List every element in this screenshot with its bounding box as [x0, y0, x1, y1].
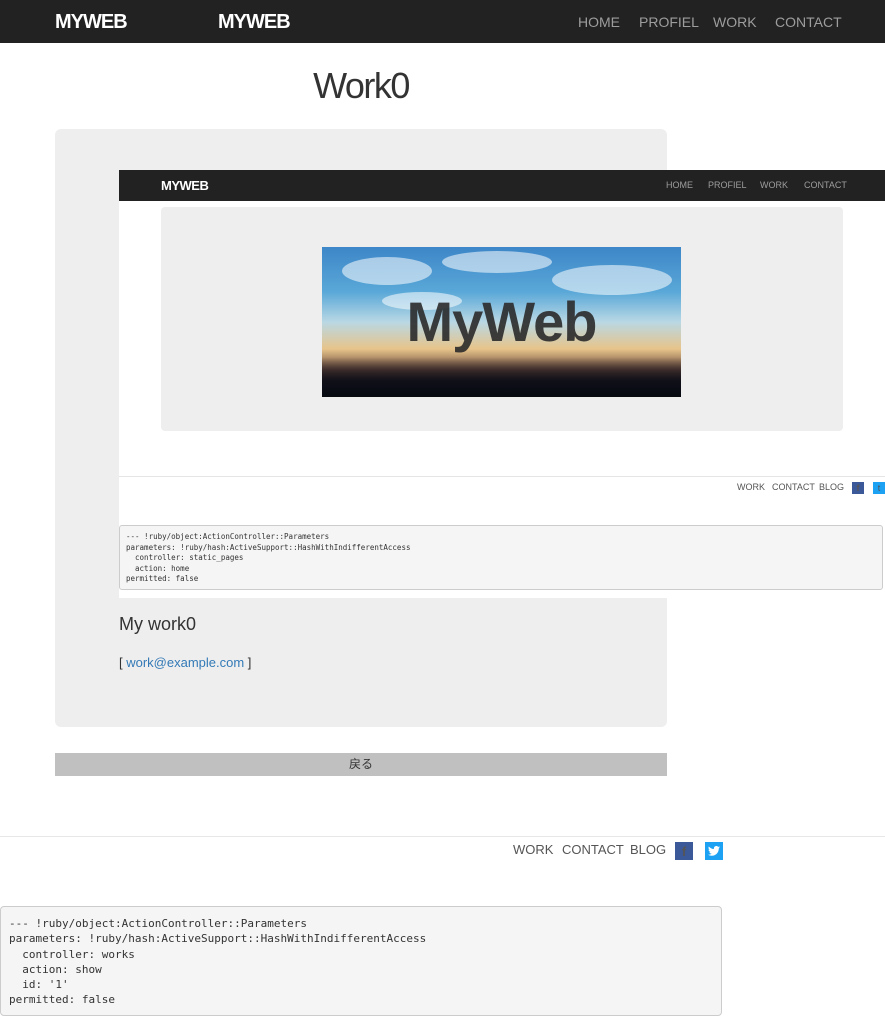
screenshot-nav-work: WORK: [760, 180, 788, 190]
hero-image: MyWeb: [322, 247, 681, 397]
screenshot-facebook-icon: f: [852, 482, 864, 494]
work-screenshot: MYWEB HOME PROFIEL WORK CONTACT MyWeb WO…: [119, 170, 885, 598]
nav-work[interactable]: WORK: [713, 14, 757, 30]
hero-text: MyWeb: [406, 290, 598, 353]
work-email-line: [ work@example.com ]: [119, 655, 252, 670]
footer-divider: [0, 836, 885, 837]
back-button[interactable]: 戻る: [55, 753, 667, 776]
screenshot-navbar: MYWEB HOME PROFIEL WORK CONTACT: [119, 170, 885, 201]
debug-params: --- !ruby/object:ActionController::Param…: [0, 906, 722, 1016]
nav-profiel[interactable]: PROFIEL: [639, 14, 699, 30]
nav-home[interactable]: HOME: [578, 14, 620, 30]
screenshot-footer-blog: BLOG: [819, 482, 845, 492]
screenshot-footer-work: WORK: [737, 482, 765, 492]
nav-contact[interactable]: CONTACT: [775, 14, 842, 30]
page-title: Work0: [313, 65, 410, 106]
screenshot-divider: [119, 476, 885, 477]
facebook-icon[interactable]: f: [675, 842, 693, 860]
site-logo-secondary[interactable]: MYWEB: [218, 11, 291, 34]
work-title: My work0: [119, 614, 197, 634]
screenshot-twitter-icon: t: [873, 482, 885, 494]
work-email-link[interactable]: work@example.com: [126, 655, 244, 670]
top-navbar: MYWEB MYWEB HOME PROFIEL WORK CONTACT: [0, 0, 885, 43]
screenshot-logo: MYWEB: [161, 178, 209, 193]
screenshot-footer-contact: CONTACT: [772, 482, 815, 492]
screenshot-debug: --- !ruby/object:ActionController::Param…: [119, 525, 883, 590]
screenshot-nav-contact: CONTACT: [804, 180, 847, 190]
footer-blog-link[interactable]: BLOG: [630, 842, 666, 857]
screenshot-hero: MyWeb: [161, 207, 843, 431]
screenshot-nav-profiel: PROFIEL: [708, 180, 747, 190]
footer-work-link[interactable]: WORK: [513, 842, 553, 857]
site-logo[interactable]: MYWEB: [55, 11, 128, 34]
footer-contact-link[interactable]: CONTACT: [562, 842, 624, 857]
screenshot-nav-home: HOME: [666, 180, 693, 190]
twitter-icon[interactable]: [705, 842, 723, 860]
